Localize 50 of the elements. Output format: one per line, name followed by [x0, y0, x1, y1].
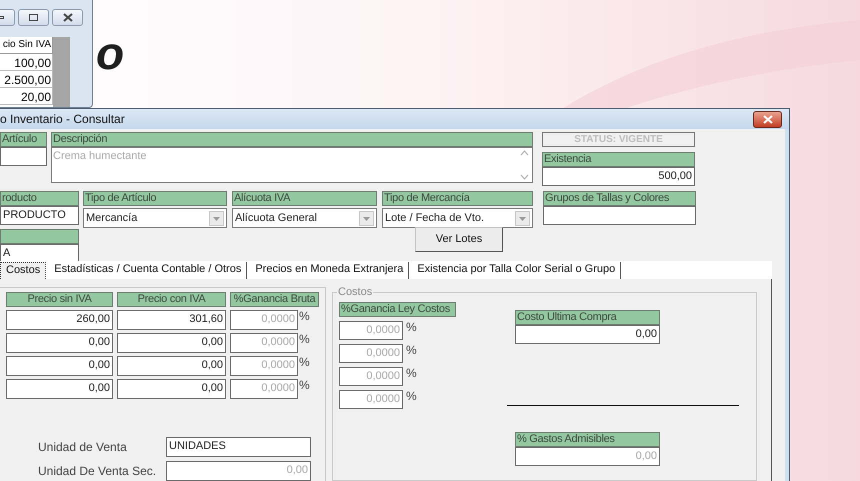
field-label: % Gastos Admisibles: [515, 432, 660, 447]
percent-sign: %: [406, 344, 417, 356]
field-label: Precio con IVA: [117, 292, 226, 307]
scrollbar[interactable]: [53, 37, 70, 107]
input-field[interactable]: 0,00: [515, 325, 660, 344]
dropdown[interactable]: Lote / Fecha de Vto.: [382, 208, 533, 228]
window-title: o Inventario - Consultar: [0, 111, 125, 128]
percent-sign: %: [299, 333, 310, 345]
input-field[interactable]: [543, 206, 696, 225]
close-icon[interactable]: [62, 13, 72, 22]
ver-lotes-button[interactable]: Ver Lotes: [415, 227, 503, 252]
field-label: Unidad De Venta Sec.: [38, 463, 158, 480]
percent-sign: %: [406, 367, 417, 379]
input-field[interactable]: 0,00: [117, 356, 226, 376]
tab[interactable]: Costos: [0, 262, 46, 279]
input-field[interactable]: PRODUCTO: [0, 206, 79, 225]
percent-sign: %: [406, 390, 417, 402]
field-label: Artículo: [0, 132, 47, 147]
field-label: Costo Ultima Compra: [515, 310, 660, 325]
field-label: Descripción: [51, 132, 533, 147]
percent-sign: %: [406, 321, 417, 333]
percent-sign: %: [299, 356, 310, 368]
background-title: o: [96, 30, 124, 76]
dropdown[interactable]: Mercancía: [83, 208, 227, 228]
input-field[interactable]: 500,00: [542, 167, 695, 186]
field-label: Grupos de Tallas y Colores: [543, 191, 696, 206]
dropdown[interactable]: Alícuota General: [232, 208, 377, 228]
input-field[interactable]: 0,00: [117, 333, 226, 353]
close-button[interactable]: [52, 9, 83, 26]
field-label: Existencia: [542, 152, 695, 167]
field-label: Precio sin IVA: [6, 292, 113, 307]
restore-button[interactable]: [18, 9, 49, 26]
input-field[interactable]: 260,00: [6, 310, 113, 330]
input-field[interactable]: 301,60: [117, 310, 226, 330]
field-label: Unidad de Venta: [38, 439, 128, 456]
field-label: roducto: [0, 191, 79, 206]
input-field[interactable]: [0, 147, 47, 166]
input-field[interactable]: 0,00: [6, 333, 113, 353]
input-field[interactable]: UNIDADES: [166, 437, 311, 457]
percent-sign: %: [299, 379, 310, 391]
input-field[interactable]: 0,00: [6, 379, 113, 399]
field-label: Alícuota IVA: [232, 191, 377, 206]
input-field[interactable]: 0,00: [6, 356, 113, 376]
input-field[interactable]: 0,00: [117, 379, 226, 399]
field-label: Tipo de Artículo: [83, 191, 227, 206]
field-label: Tipo de Mercancía: [382, 191, 533, 206]
field-label: %Ganancia Ley Costos: [339, 302, 456, 317]
percent-sign: %: [299, 310, 310, 322]
close-button[interactable]: [753, 110, 782, 128]
field-label: %Ganancia Bruta: [230, 292, 319, 307]
